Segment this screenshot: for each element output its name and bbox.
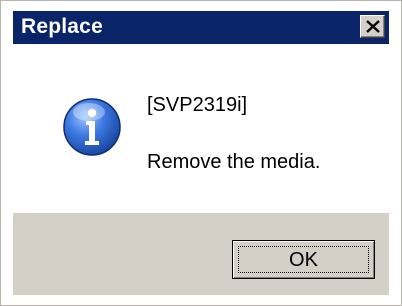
ok-button-label: OK — [289, 249, 318, 271]
message-text: Remove the media. — [147, 151, 321, 173]
close-button[interactable] — [360, 15, 385, 38]
title-bar[interactable]: Replace — [13, 11, 389, 44]
dialog-title: Replace — [21, 15, 103, 38]
message-code: [SVP2319i] — [147, 94, 248, 116]
info-icon — [63, 98, 121, 156]
ok-button[interactable]: OK — [232, 240, 375, 279]
close-icon — [366, 20, 380, 33]
button-bar: OK — [13, 213, 389, 295]
replace-dialog: Replace [SVP2319i] Remove the media. OK — [0, 0, 402, 306]
message-area: [SVP2319i] Remove the media. — [13, 44, 389, 213]
